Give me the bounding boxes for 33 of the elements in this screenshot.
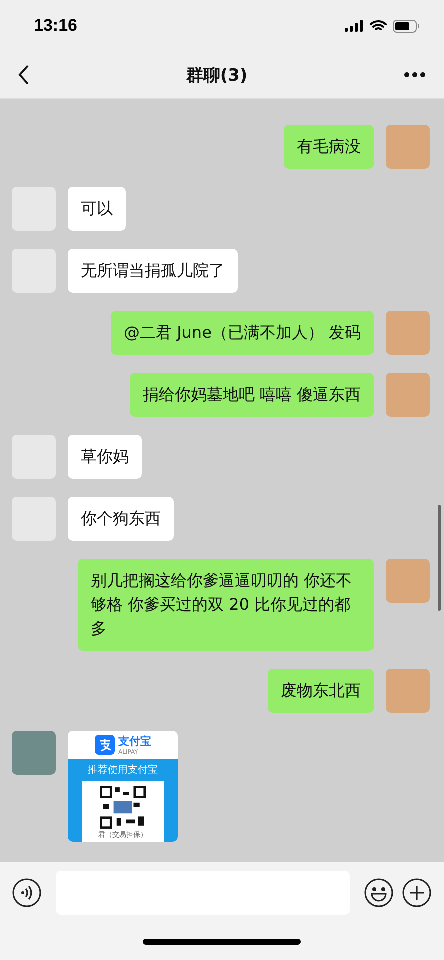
avatar-photo[interactable]	[386, 125, 430, 169]
avatar-photo[interactable]	[12, 731, 56, 775]
emoji-button[interactable]	[364, 878, 394, 908]
message-bubble: 可以	[68, 187, 126, 231]
message-bubble: 草你妈	[68, 435, 142, 479]
alipay-logo-icon	[94, 735, 114, 755]
avatar-photo[interactable]	[12, 187, 56, 231]
status-time: 13:16	[34, 16, 78, 36]
message-bubble: 有毛病没	[284, 125, 374, 169]
add-button[interactable]	[402, 878, 432, 908]
message-bubble: 废物东北西	[268, 669, 374, 713]
chat-title: 群聊(3)	[186, 64, 248, 86]
avatar-photo[interactable]	[386, 373, 430, 417]
message-bubble: @二君 June（已满不加人） 发码	[110, 311, 374, 355]
avatar-photo[interactable]	[386, 311, 430, 355]
avatar-photo[interactable]	[12, 497, 56, 541]
voice-button[interactable]	[12, 878, 42, 908]
avatar-photo[interactable]	[386, 559, 430, 603]
qr-code-drawing	[100, 786, 146, 829]
avatar-photo[interactable]	[386, 669, 430, 713]
brand-name: 支付宝	[118, 734, 152, 749]
back-icon	[18, 65, 30, 85]
more-icon	[404, 72, 426, 78]
wifi-icon	[370, 20, 387, 32]
signal-icon	[345, 20, 364, 32]
avatar-photo[interactable]	[12, 249, 56, 293]
message-bubble: 无所谓当捐孤儿院了	[68, 249, 238, 293]
banner-text: 推荐使用支付宝	[88, 764, 158, 777]
message-bubble: 你个狗东西	[68, 497, 174, 541]
message-bubble: 别几把搁这给你爹逼逼叨叨的 你还不够格 你爹买过的双 20 比你见过的都多	[78, 559, 374, 651]
message-bubble: 捐给你妈墓地吧 嘻嘻 傻逼东西	[130, 373, 374, 417]
battery-icon	[393, 20, 420, 32]
avatar-photo[interactable]	[12, 435, 56, 479]
